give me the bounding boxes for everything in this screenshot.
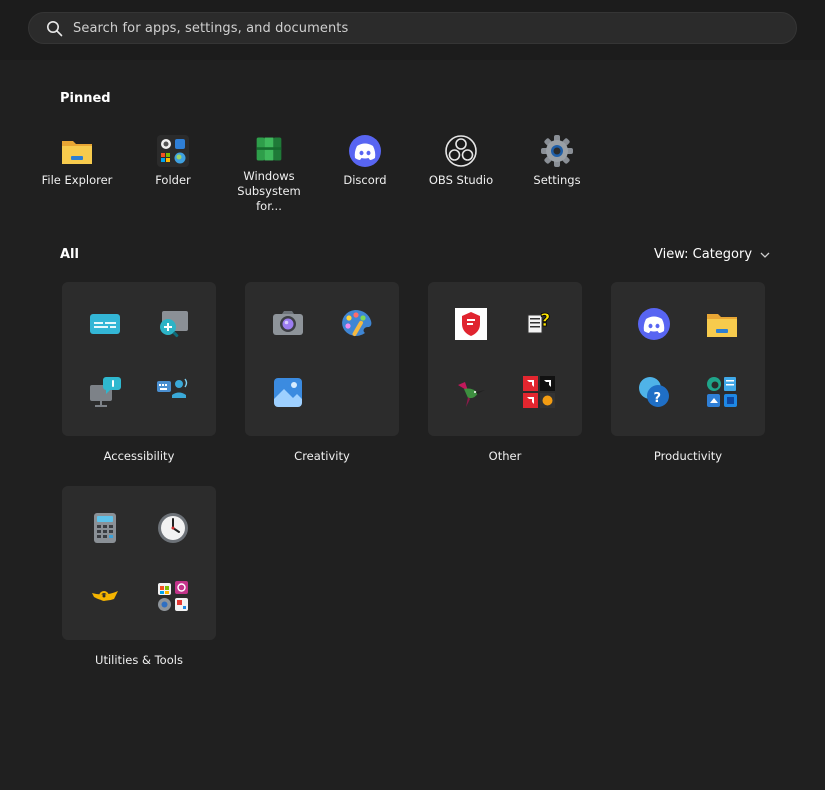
pinned-label: File Explorer <box>41 173 113 187</box>
category-accessibility[interactable] <box>62 282 216 436</box>
pinned-label: Settings <box>533 173 581 187</box>
paint-icon <box>342 310 372 337</box>
pinned-file-explorer[interactable]: File Explorer <box>29 134 125 214</box>
pinned-heading: Pinned <box>60 91 111 106</box>
photos-icon <box>274 378 302 407</box>
pinned-wsa[interactable]: Windows Subsystem for... <box>221 134 317 214</box>
view-category-dropdown[interactable]: View: Category <box>654 247 770 262</box>
hummingbird-icon <box>458 382 485 407</box>
obs-icon <box>445 135 477 167</box>
clock-icon <box>158 513 188 543</box>
search-icon <box>47 21 63 37</box>
help-document-icon: ? <box>527 310 551 334</box>
magnifier-icon <box>160 311 188 338</box>
amd-apps-icon <box>523 376 555 408</box>
pinned-folder[interactable]: Folder <box>125 134 221 214</box>
wsa-icon <box>256 137 282 161</box>
category-label: Creativity <box>294 449 350 463</box>
voice-access-icon <box>157 378 188 398</box>
category-label: Accessibility <box>103 449 175 463</box>
red-shield-app-icon <box>455 308 487 340</box>
category-label: Utilities & Tools <box>95 653 183 667</box>
pinned-discord[interactable]: Discord <box>317 134 413 214</box>
live-captions-icon <box>90 314 120 334</box>
file-explorer-icon <box>62 141 92 164</box>
discord-icon <box>638 308 670 340</box>
settings-gear-icon <box>541 135 573 167</box>
narrator-icon <box>90 377 121 407</box>
view-label: View: Category <box>654 247 753 262</box>
category-label: Productivity <box>653 449 723 463</box>
search-box[interactable]: Search for apps, settings, and documents <box>28 12 797 44</box>
all-heading: All <box>60 247 79 262</box>
pinned-obs[interactable]: OBS Studio <box>413 134 509 214</box>
pinned-label: Discord <box>343 173 387 187</box>
pinned-label: Folder <box>155 173 191 187</box>
edge-notepad-group-icon <box>707 377 737 407</box>
category-productivity[interactable]: ? <box>611 282 765 436</box>
category-utilities-tools[interactable] <box>62 486 216 640</box>
category-creativity[interactable] <box>245 282 399 436</box>
calculator-icon <box>94 513 116 543</box>
svg-text:?: ? <box>540 310 550 331</box>
chevron-down-icon <box>760 252 770 258</box>
store-tools-group-icon <box>158 581 188 611</box>
category-other[interactable]: ? <box>428 282 582 436</box>
file-explorer-icon <box>707 314 737 337</box>
search-header: Search for apps, settings, and documents <box>0 0 825 60</box>
folder-group-icon <box>157 135 189 167</box>
horn-icon <box>92 591 118 601</box>
category-label: Other <box>488 449 522 463</box>
pinned-label: Windows Subsystem for... <box>237 169 301 213</box>
camera-icon <box>273 311 303 335</box>
discord-icon <box>349 135 381 167</box>
get-help-icon: ? <box>639 377 669 407</box>
pinned-label: OBS Studio <box>428 173 494 187</box>
search-placeholder[interactable]: Search for apps, settings, and documents <box>73 21 348 36</box>
pinned-settings[interactable]: Settings <box>509 134 605 214</box>
svg-text:?: ? <box>654 391 662 406</box>
